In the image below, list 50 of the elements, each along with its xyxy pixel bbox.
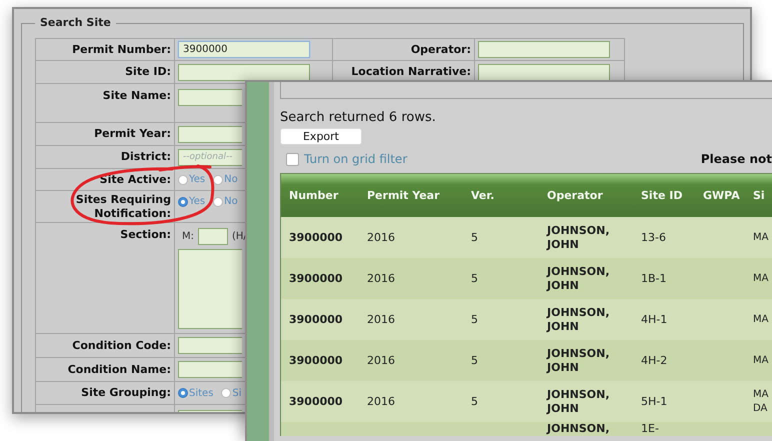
table-cell-text: 2016: [367, 272, 396, 286]
table-cell-text: 1B-1: [641, 272, 668, 286]
field-label: Operator:: [410, 42, 471, 56]
table-cell-text: 5: [471, 230, 479, 244]
table-cell-text: 5H-1: [641, 394, 668, 408]
table-cell-text: 3900000: [289, 230, 344, 244]
table-cell-text: JOHNSON, JOHN: [547, 224, 611, 252]
table-cell-text: JOHNSON, JOHN: [547, 388, 611, 416]
table-cell-text: 5: [471, 354, 479, 368]
table-cell-text: 4H-1: [641, 312, 668, 326]
notice-text: Please not: [700, 152, 772, 166]
table-cell-text: MA: [753, 354, 770, 368]
field-label: Location Narrative:: [351, 65, 471, 79]
section-prefix: M:: [182, 231, 194, 242]
table-cell-text: MA DA: [753, 388, 770, 416]
field-label: Permit Year:: [94, 127, 171, 141]
field-label: District:: [120, 150, 171, 164]
table-cell-text: 3900000: [289, 354, 344, 368]
table-cell-text: 4H-2: [641, 354, 668, 368]
field-placeholder: --optional--: [183, 152, 232, 162]
result-summary: Search returned 6 rows.: [280, 110, 437, 125]
table-cell-text: JOHNSON, JOHN: [547, 346, 611, 374]
field-label: Site Grouping:: [81, 386, 171, 400]
table-cell-text: JOHNSON, JOHN: [547, 264, 611, 292]
table-cell-text: 13-6: [641, 230, 667, 244]
table-cell-text: MA: [753, 272, 770, 286]
table-cell-text: 3900000: [289, 312, 344, 326]
table-cell-text: JOHNSON,: [547, 422, 611, 436]
table-cell-text: 2016: [367, 230, 396, 244]
field-value: 3900000: [183, 44, 228, 55]
field-label: Section:: [120, 228, 171, 242]
table-cell-text: 3900000: [289, 394, 344, 408]
table-cell-text: 1E-: [641, 422, 660, 436]
field-label: Site Name:: [102, 89, 171, 103]
table-cell-text: 5: [471, 394, 479, 408]
field-label: Site ID:: [125, 65, 171, 79]
field-label: Permit Number:: [72, 42, 171, 56]
field-label: Condition Name:: [68, 362, 171, 376]
field-label: Sites Requiring Notification:: [74, 192, 171, 220]
table-cell-text: 2016: [367, 312, 396, 326]
table-cell-text: 5: [471, 272, 479, 286]
table-cell-text: MA: [753, 312, 770, 326]
table-cell-text: 3900000: [289, 272, 344, 286]
table-cell-text: 2016: [367, 354, 396, 368]
table-cell-text: 2016: [367, 394, 396, 408]
table-cell-text: 5: [471, 312, 479, 326]
table-cell-text: MA: [753, 230, 770, 244]
fieldset-legend: Search Site: [35, 16, 116, 29]
field-label: Condition Code:: [72, 338, 171, 352]
table-cell-text: JOHNSON, JOHN: [547, 306, 611, 334]
